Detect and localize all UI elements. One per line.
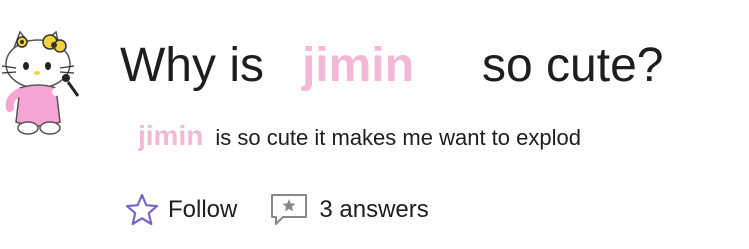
answer-preview[interactable]: jimin is so cute it makes me want to expl… [138,116,749,156]
follow-label: Follow [168,196,238,223]
question-name: jimin [302,39,415,92]
answers-link[interactable]: 3 answers [269,192,429,228]
answers-count-label: 3 answers [319,196,429,223]
comment-star-icon [271,194,308,225]
avatar-hello-kitty-icon [1,30,80,135]
question-prefix: Why is [120,39,264,92]
question-title[interactable]: Why is jimin so cute? [120,34,663,98]
question-actions: Follow 3 answers [124,190,429,230]
star-outline-icon [125,193,159,226]
answer-text: is so cute it makes me want to explod [215,125,581,150]
follow-button[interactable]: Follow [124,192,237,228]
answer-name: jimin [138,120,204,151]
question-suffix: so cute? [482,39,664,92]
